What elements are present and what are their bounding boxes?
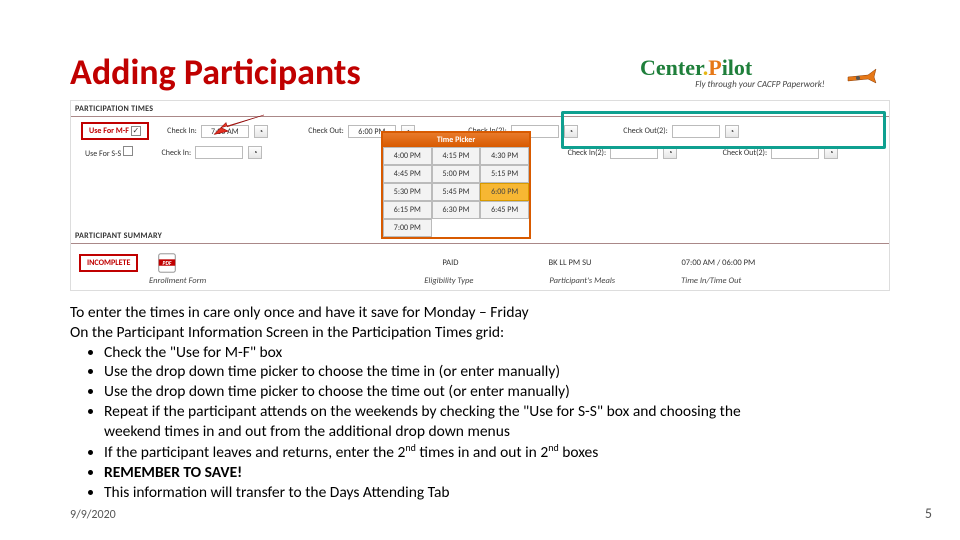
use-mf-box: Use For M-F ✓	[81, 122, 149, 140]
instr-line-1: To enter the times in care only once and…	[70, 303, 890, 323]
checkin-label-1: Check In:	[153, 126, 197, 136]
app-screenshot: PARTICIPATION TIMES Use For M-F ✓ Check …	[70, 100, 890, 291]
checkin2-label-2: Check In(2):	[550, 148, 606, 158]
checkout-label-1: Check Out:	[300, 126, 344, 136]
bullet-5: If the participant leaves and returns, e…	[104, 442, 890, 463]
time-picker-title: Time Picker	[383, 133, 529, 147]
brand-logo: Center.Pilot Fly through your CACFP Pape…	[640, 55, 880, 95]
time-picker-cell[interactable]: 7:00 PM	[383, 219, 432, 237]
highlight-box	[561, 111, 886, 149]
pdf-icon[interactable]: PDF	[156, 252, 178, 274]
time-picker-cell[interactable]: 6:45 PM	[480, 201, 529, 219]
instructions: To enter the times in care only once and…	[70, 303, 890, 502]
footer-date: 9/9/2020	[70, 508, 116, 522]
time-picker-cell[interactable]: 4:30 PM	[480, 147, 529, 165]
checkin-label-2: Check In:	[147, 148, 191, 158]
logo-part-center: Center	[640, 55, 703, 80]
enroll-col: Enrollment Form	[149, 276, 206, 286]
time-picker[interactable]: Time Picker 4:00 PM4:15 PM4:30 PM 4:45 PM…	[381, 131, 531, 239]
status-incomplete: INCOMPLETE	[79, 254, 138, 272]
plane-icon	[846, 63, 880, 87]
bullet-4: Repeat if the participant attends on the…	[104, 402, 890, 442]
slide: Adding Participants Center.Pilot Fly thr…	[0, 0, 960, 540]
meals-col: Participant's Meals	[549, 276, 615, 286]
footer-page-number: 5	[925, 505, 932, 522]
timeinout-value: 07:00 AM / 06:00 PM	[681, 258, 755, 268]
bullet-1: Check the "Use for M-F" box	[104, 343, 890, 363]
time-picker-cell[interactable]: 6:00 PM	[480, 183, 529, 201]
instr-line-2: On the Participant Information Screen in…	[70, 323, 890, 343]
use-ss-label: Use For S-S	[85, 149, 121, 159]
svg-text:PDF: PDF	[163, 261, 172, 267]
logo-part-p: P	[708, 55, 721, 80]
bullet-2: Use the drop down time picker to choose …	[104, 362, 890, 382]
logo-part-ilot: ilot	[722, 55, 753, 80]
clock-icon[interactable]: ◔	[248, 146, 262, 159]
checkout2-label-2: Check Out(2):	[709, 148, 767, 158]
time-picker-cell[interactable]: 5:00 PM	[432, 165, 481, 183]
bullet-6: REMEMBER TO SAVE!	[104, 463, 890, 483]
elig-col: Eligibility Type	[424, 276, 473, 286]
time-picker-cell[interactable]: 5:30 PM	[383, 183, 432, 201]
use-ss-checkbox[interactable]	[123, 146, 133, 156]
timeinout-col: Time In/Time Out	[681, 276, 741, 286]
time-picker-cell[interactable]: 6:30 PM	[432, 201, 481, 219]
time-picker-cell[interactable]: 4:45 PM	[383, 165, 432, 183]
time-picker-cell[interactable]: 4:00 PM	[383, 147, 432, 165]
use-mf-label: Use For M-F	[89, 126, 129, 136]
checkin-field-ss[interactable]	[195, 146, 243, 159]
paid-label: PAID	[442, 258, 458, 268]
meals-value: BK LL PM SU	[548, 258, 591, 268]
bullet-3: Use the drop down time picker to choose …	[104, 382, 890, 402]
time-picker-cell[interactable]: 4:15 PM	[432, 147, 481, 165]
bullet-7: This information will transfer to the Da…	[104, 483, 890, 503]
time-picker-cell[interactable]: 5:45 PM	[432, 183, 481, 201]
time-picker-cell[interactable]: 5:15 PM	[480, 165, 529, 183]
time-picker-cell[interactable]: 6:15 PM	[383, 201, 432, 219]
use-mf-checkbox[interactable]: ✓	[131, 126, 141, 136]
